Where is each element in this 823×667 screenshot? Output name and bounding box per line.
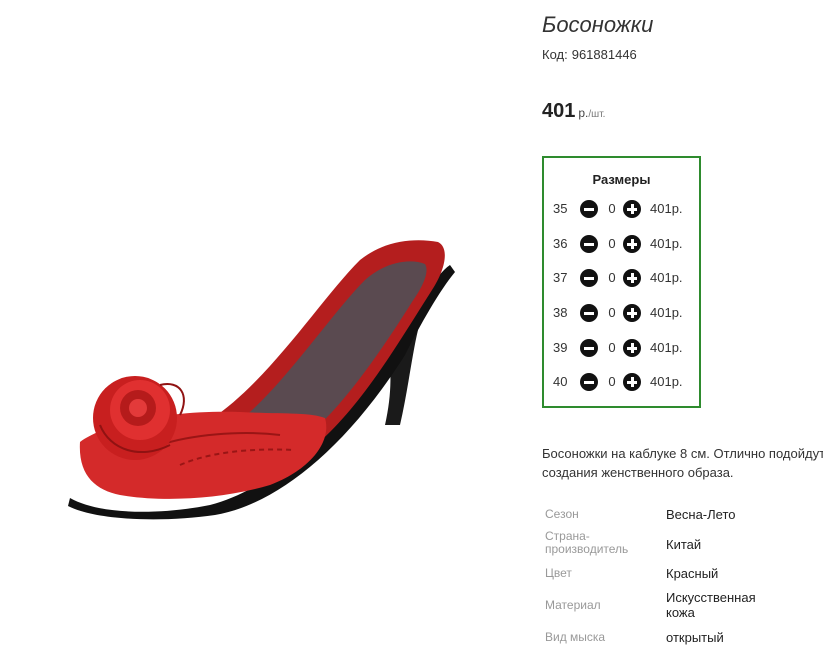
sandal-illustration [68,240,455,520]
size-row: 39 0 401р. [553,338,698,358]
property-value: Китай [666,537,702,552]
size-label: 37 [553,270,568,285]
property-value: Красный [666,566,719,581]
property-key: Материал [545,598,601,612]
size-quantity: 0 [608,340,616,355]
size-row: 35 0 401р. [553,199,698,219]
minus-circle-icon[interactable] [580,373,598,391]
size-quantity: 0 [608,201,616,216]
size-row: 38 0 401р. [553,303,698,323]
size-price: 401р. [650,340,683,355]
sizes-panel: Размеры 35 0 401р. 36 0 401р. 37 0 401р. 38 0 401р.… [542,156,701,408]
product-image[interactable] [40,180,510,560]
product-code-value: 961881446 [571,47,637,62]
plus-circle-icon[interactable] [623,373,641,391]
size-price: 401р. [650,374,683,389]
property-key: Цвет [545,566,572,580]
plus-circle-icon[interactable] [623,339,641,357]
property-key: Страна-производитель [545,529,629,556]
product-description: Босоножки на каблуке 8 см. Отлично подой… [542,444,823,482]
minus-circle-icon[interactable] [580,339,598,357]
size-quantity: 0 [608,374,616,389]
minus-circle-icon[interactable] [580,235,598,253]
size-label: 38 [553,305,568,320]
plus-circle-icon[interactable] [623,200,641,218]
product-price: 401 р./шт. [542,100,605,123]
minus-circle-icon[interactable] [580,200,598,218]
sizes-title: Размеры [592,172,651,187]
property-key: Сезон [545,507,579,521]
price-value: 401 [542,100,576,122]
size-label: 36 [553,236,568,251]
size-price: 401р. [650,201,683,216]
size-row: 37 0 401р. [553,268,698,288]
description-line-2: создания женственного образа. [542,465,734,480]
price-unit: р./шт. [578,106,605,120]
price-per-unit: /шт. [588,109,606,120]
plus-circle-icon[interactable] [623,304,641,322]
property-value: открытый [666,630,724,645]
size-quantity: 0 [608,236,616,251]
size-row: 40 0 401р. [553,372,698,392]
product-code: Код: 961881446 [542,47,637,62]
size-price: 401р. [650,305,683,320]
size-row: 36 0 401р. [553,234,698,254]
size-price: 401р. [650,270,683,285]
product-code-label: Код: [542,47,568,62]
property-key: Вид мыска [545,630,606,644]
size-label: 35 [553,201,568,216]
description-line-1: Босоножки на каблуке 8 см. Отлично подой… [542,446,823,461]
product-title: Босоножки [542,12,654,37]
size-quantity: 0 [608,305,616,320]
minus-circle-icon[interactable] [580,269,598,287]
size-label: 40 [553,374,568,389]
property-value: Весна-Лето [666,507,736,522]
product-page: Босоножки Код: 961881446 401 р./шт. Размер… [0,0,823,667]
size-quantity: 0 [608,270,616,285]
plus-circle-icon[interactable] [623,235,641,253]
size-price: 401р. [650,236,683,251]
plus-circle-icon[interactable] [623,269,641,287]
size-label: 39 [553,340,568,355]
minus-circle-icon[interactable] [580,304,598,322]
price-currency: р. [578,106,589,120]
property-value: Искусственная кожа [666,590,756,620]
product-info: Босоножки Код: 961881446 401 р./шт. Размер… [542,0,823,667]
